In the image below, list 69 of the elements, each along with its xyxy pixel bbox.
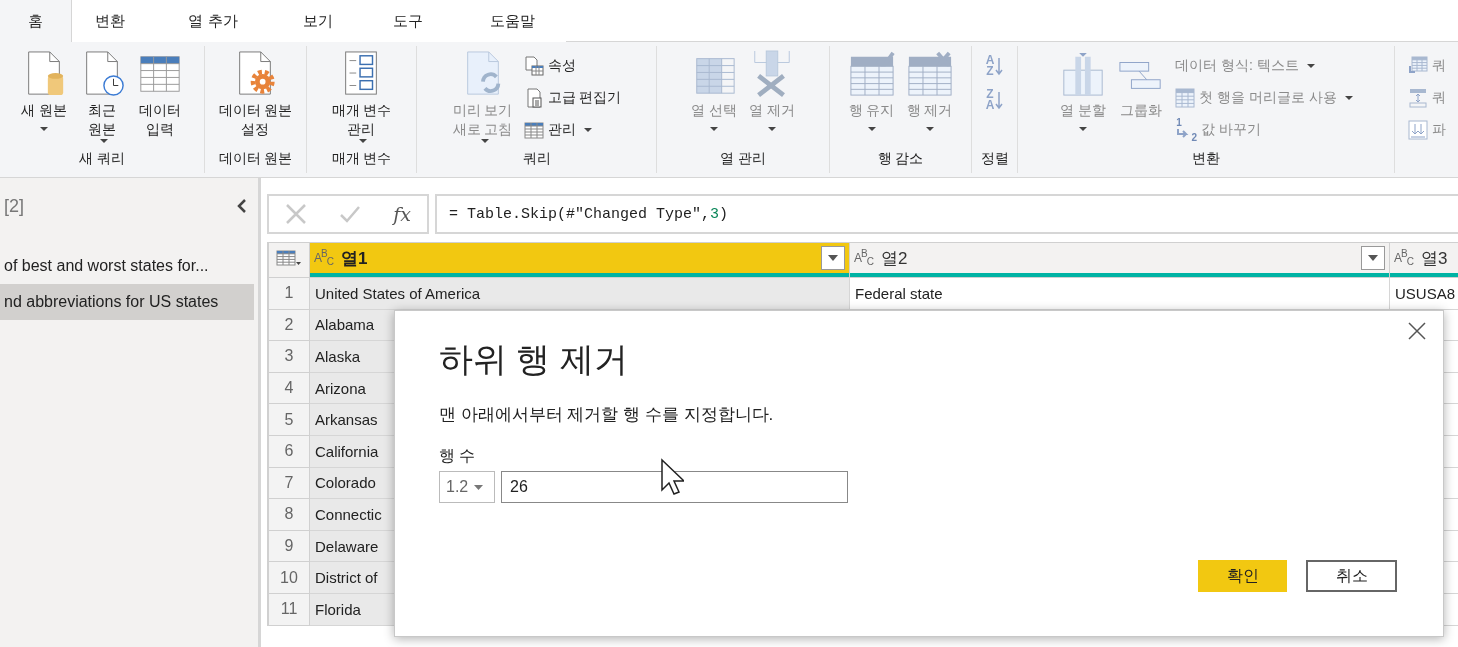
caret-icon xyxy=(474,484,484,490)
close-icon xyxy=(1407,321,1427,341)
table-menu-button[interactable] xyxy=(268,242,310,278)
close-button[interactable] xyxy=(1407,321,1427,341)
row-number: 8 xyxy=(268,499,310,531)
collapse-chevron-icon xyxy=(236,198,248,214)
ribbon-tab[interactable]: 홈 xyxy=(0,0,72,42)
ribbon-button[interactable]: 최근 원본 xyxy=(76,49,128,147)
group-label: 쿼리 xyxy=(521,149,552,168)
group-label: 매개 변수 xyxy=(330,149,393,168)
caret-icon xyxy=(828,255,838,261)
query-count: [2] xyxy=(4,195,24,217)
ribbon-button[interactable]: 새 원본 xyxy=(18,49,70,147)
row-number: 5 xyxy=(268,404,310,436)
column-name: 열1 xyxy=(340,247,369,270)
ribbon-button[interactable]: 고급 편집기 xyxy=(521,83,624,112)
caret-icon xyxy=(1368,255,1378,261)
table-icon xyxy=(1175,87,1196,108)
filter-button[interactable] xyxy=(1361,246,1385,270)
type-dropdown[interactable]: 1.2 xyxy=(439,471,495,503)
table-split-icon xyxy=(1407,87,1428,108)
table-icon xyxy=(523,119,544,140)
row-number: 7 xyxy=(268,467,310,500)
row-delete-icon xyxy=(906,49,953,99)
field-label: 행 수 xyxy=(439,446,477,466)
column-header[interactable]: A$^{B}$$_{C}$ 열2 xyxy=(850,242,1390,278)
filter-button[interactable] xyxy=(821,246,845,270)
group-label: 열 관리 xyxy=(719,149,767,168)
down-arrow-icon xyxy=(995,56,1004,76)
row-number: 1 xyxy=(268,278,310,310)
group-label: 변환 xyxy=(1191,149,1221,168)
ribbon-button[interactable]: 매개 변수 관리 xyxy=(328,49,395,147)
formula-field[interactable]: = Table.Skip(#"Changed Type",3) xyxy=(435,194,1458,234)
row-number: 2 xyxy=(268,309,310,342)
row-number: 10 xyxy=(268,562,310,594)
row-number: 9 xyxy=(268,530,310,563)
down-arrow-icon xyxy=(995,90,1004,110)
column-name: 열3 xyxy=(1420,247,1449,270)
cancel-button[interactable]: 취소 xyxy=(1306,560,1397,592)
ribbon-button[interactable]: 데이터 원본 설정 xyxy=(215,49,296,147)
ok-button[interactable]: 확인 xyxy=(1198,560,1287,592)
column-name: 열2 xyxy=(880,247,909,270)
group-label: 새 쿼리 xyxy=(78,149,126,168)
table-menu-icon xyxy=(276,250,302,268)
row-number: 6 xyxy=(268,435,310,468)
column-header[interactable]: A$^{B}$$_{C}$ 열1 xyxy=(310,242,850,278)
row-check-icon xyxy=(848,49,895,99)
row-number: 11 xyxy=(268,593,310,626)
ribbon-button[interactable]: 관리 xyxy=(521,115,624,144)
table-cell: Federal state xyxy=(850,278,1390,310)
query-item[interactable]: nd abbreviations for US states xyxy=(0,284,254,320)
row-number: 4 xyxy=(268,372,310,405)
query-item[interactable]: of best and worst states for... xyxy=(0,248,254,284)
row-number: 3 xyxy=(268,341,310,373)
download-box-icon xyxy=(1407,119,1428,140)
group-label: 데이터 원본 xyxy=(217,149,294,168)
number-input-field[interactable]: 26 xyxy=(501,471,848,503)
mouse-pointer-icon xyxy=(660,458,684,498)
group-label: 정렬 xyxy=(979,149,1010,168)
table-arrow-icon xyxy=(1407,55,1428,76)
properties-icon xyxy=(523,55,544,76)
column-header[interactable]: A$^{B}$$_{C}$ 열3 xyxy=(1390,242,1458,278)
cancel-icon xyxy=(285,203,308,225)
ribbon-button[interactable]: 데이터 입력 xyxy=(134,49,186,147)
ribbon-button[interactable]: 속성 xyxy=(521,51,624,80)
group-label: 행 감소 xyxy=(876,149,925,168)
dialog-description: 맨 아래에서부터 제거할 행 수를 지정합니다. xyxy=(439,404,775,426)
function-icon: fx xyxy=(393,203,411,225)
table-cell: United States of America xyxy=(310,278,850,310)
